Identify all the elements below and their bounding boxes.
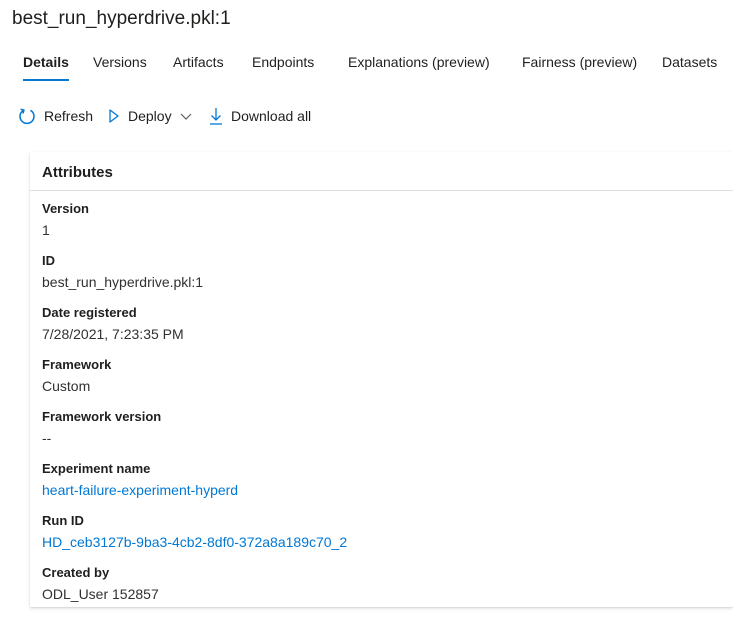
attr-date-registered: Date registered 7/28/2021, 7:23:35 PM — [42, 304, 184, 344]
attr-key: Version — [42, 201, 89, 216]
tab-fairness[interactable]: Fairness (preview) — [522, 52, 637, 84]
tab-endpoints[interactable]: Endpoints — [252, 52, 314, 84]
download-all-label: Download all — [231, 108, 312, 124]
download-icon — [209, 107, 223, 125]
refresh-icon — [18, 107, 36, 125]
attr-framework: Framework Custom — [42, 356, 111, 396]
attr-key: Date registered — [42, 305, 137, 320]
attr-value: 7/28/2021, 7:23:35 PM — [42, 326, 184, 342]
tab-datasets[interactable]: Datasets — [662, 52, 717, 84]
attr-key: Created by — [42, 565, 110, 580]
attr-value: ODL_User 152857 — [42, 586, 159, 602]
run-id-link[interactable]: HD_ceb3127b-9ba3-4cb2-8df0-372a8a189c70_… — [42, 532, 347, 552]
attr-version: Version 1 — [42, 200, 89, 240]
tab-bar: Details Versions Artifacts Endpoints Exp… — [0, 52, 733, 88]
command-bar: Refresh Deploy Download all — [18, 104, 718, 128]
refresh-label: Refresh — [44, 108, 94, 124]
attr-key: Framework — [42, 357, 112, 372]
attr-key: Run ID — [42, 513, 84, 528]
attr-id: ID best_run_hyperdrive.pkl:1 — [42, 252, 203, 292]
attr-key: Framework version — [42, 409, 162, 424]
tab-explanations[interactable]: Explanations (preview) — [348, 52, 490, 84]
tab-artifacts[interactable]: Artifacts — [173, 52, 224, 84]
chevron-down-icon — [180, 111, 192, 121]
attr-value: -- — [42, 430, 52, 446]
play-icon — [108, 108, 120, 124]
attr-value: Custom — [42, 378, 91, 394]
download-all-button[interactable]: Download all — [209, 104, 311, 128]
experiment-link[interactable]: heart-failure-experiment-hyperd — [42, 480, 238, 500]
attributes-heading: Attributes — [30, 152, 733, 191]
deploy-button[interactable]: Deploy — [108, 104, 192, 128]
attr-key: Experiment name — [42, 461, 151, 476]
tab-details[interactable]: Details — [23, 52, 69, 84]
page-title: best_run_hyperdrive.pkl:1 — [12, 8, 231, 29]
refresh-button[interactable]: Refresh — [18, 104, 93, 128]
tab-versions[interactable]: Versions — [93, 52, 147, 84]
attr-value: best_run_hyperdrive.pkl:1 — [42, 274, 204, 290]
attr-value: 1 — [42, 222, 50, 238]
attributes-card: Attributes Version 1 ID best_run_hyperdr… — [30, 152, 733, 607]
attr-created-by: Created by ODL_User 152857 — [42, 564, 159, 604]
attr-key: ID — [42, 253, 55, 268]
deploy-label: Deploy — [128, 108, 172, 124]
attr-run-id: Run ID HD_ceb3127b-9ba3-4cb2-8df0-372a8a… — [42, 512, 347, 552]
attr-experiment-name: Experiment name heart-failure-experiment… — [42, 460, 238, 500]
attr-framework-version: Framework version -- — [42, 408, 161, 448]
